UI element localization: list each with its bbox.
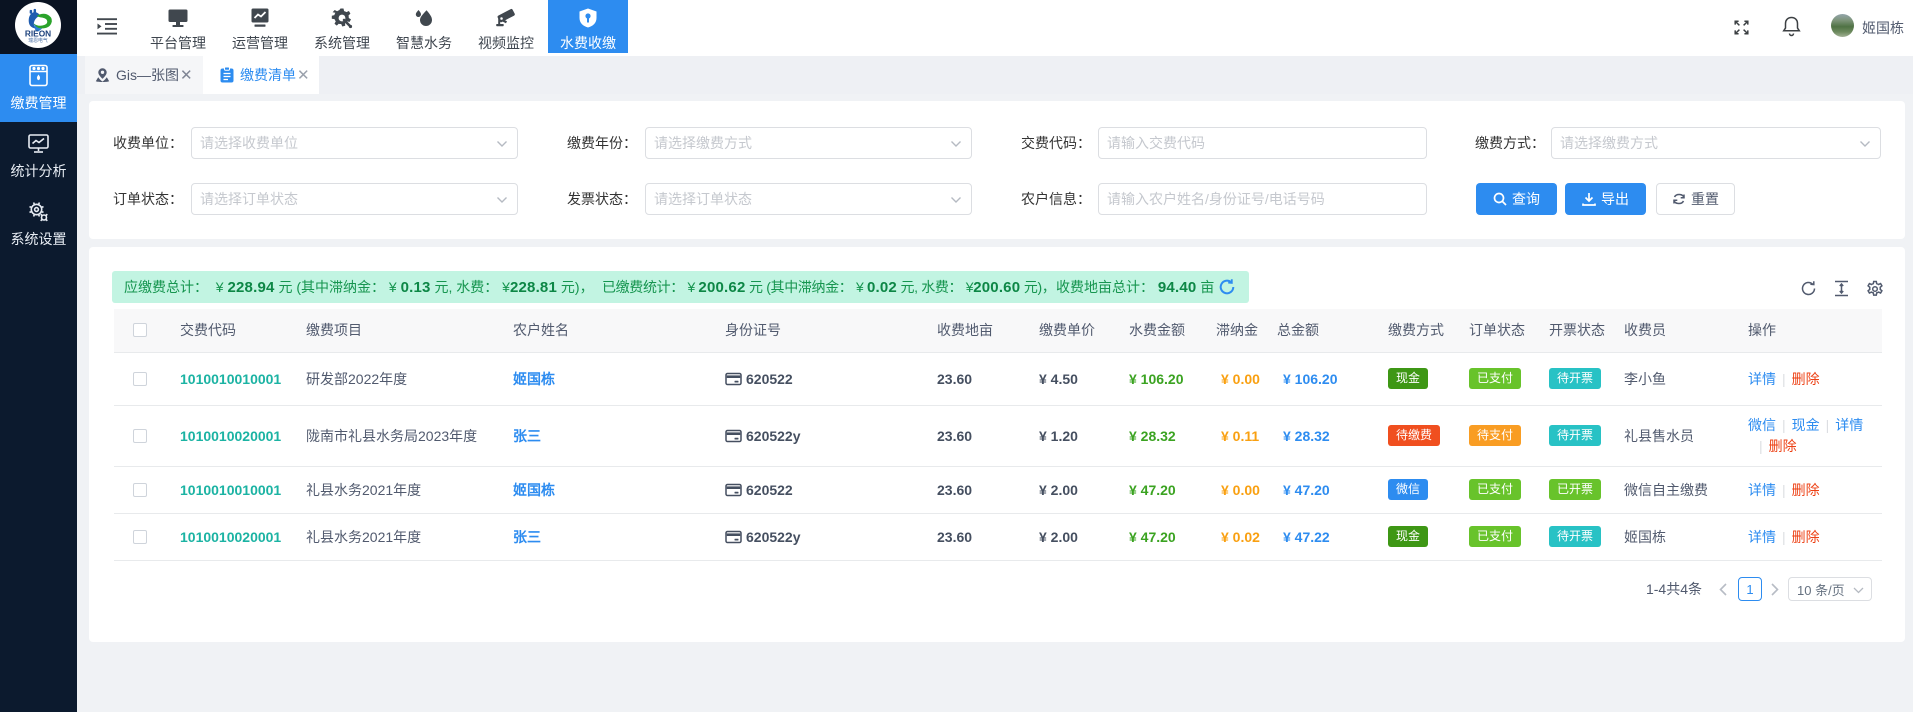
svg-text:RIEON: RIEON <box>25 28 51 38</box>
svg-text:瑞恩电气: 瑞恩电气 <box>28 37 48 44</box>
